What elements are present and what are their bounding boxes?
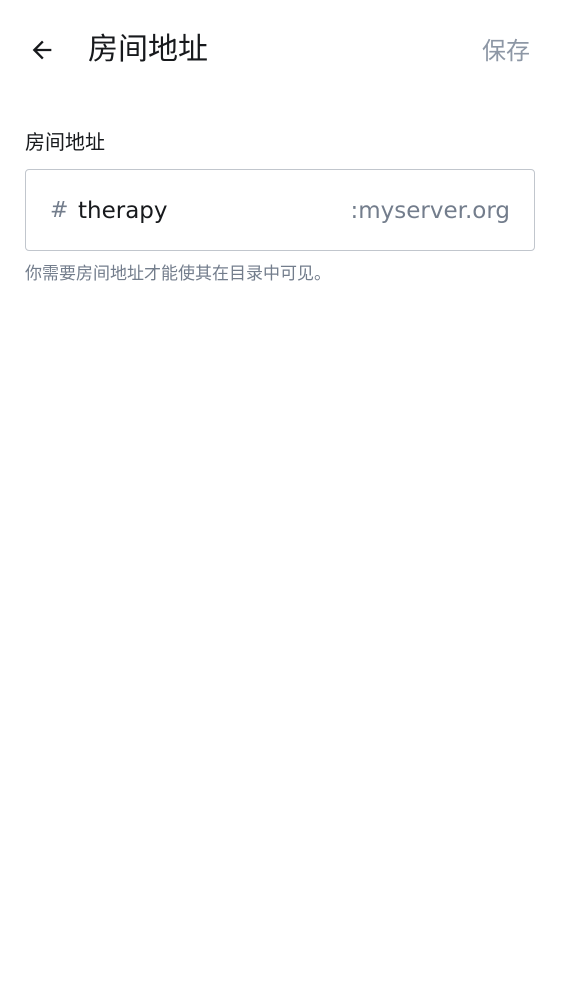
save-button[interactable]: 保存	[482, 34, 530, 68]
back-button[interactable]	[18, 26, 66, 74]
helper-text: 你需要房间地址才能使其在目录中可见。	[25, 264, 331, 284]
server-suffix: :myserver.org	[350, 198, 511, 224]
arrow-left-icon	[32, 40, 52, 60]
alias-input[interactable]	[78, 192, 338, 230]
alias-prefix: #	[50, 198, 69, 223]
top-app-bar: 房间地址 保存	[0, 0, 562, 104]
room-address-label: 房间地址	[25, 130, 105, 154]
room-address-field[interactable]: # :myserver.org	[25, 169, 535, 251]
room-address-screen: 房间地址 保存 房间地址 # :myserver.org 你需要房间地址才能使其…	[0, 0, 562, 1000]
page-title: 房间地址	[88, 32, 208, 67]
